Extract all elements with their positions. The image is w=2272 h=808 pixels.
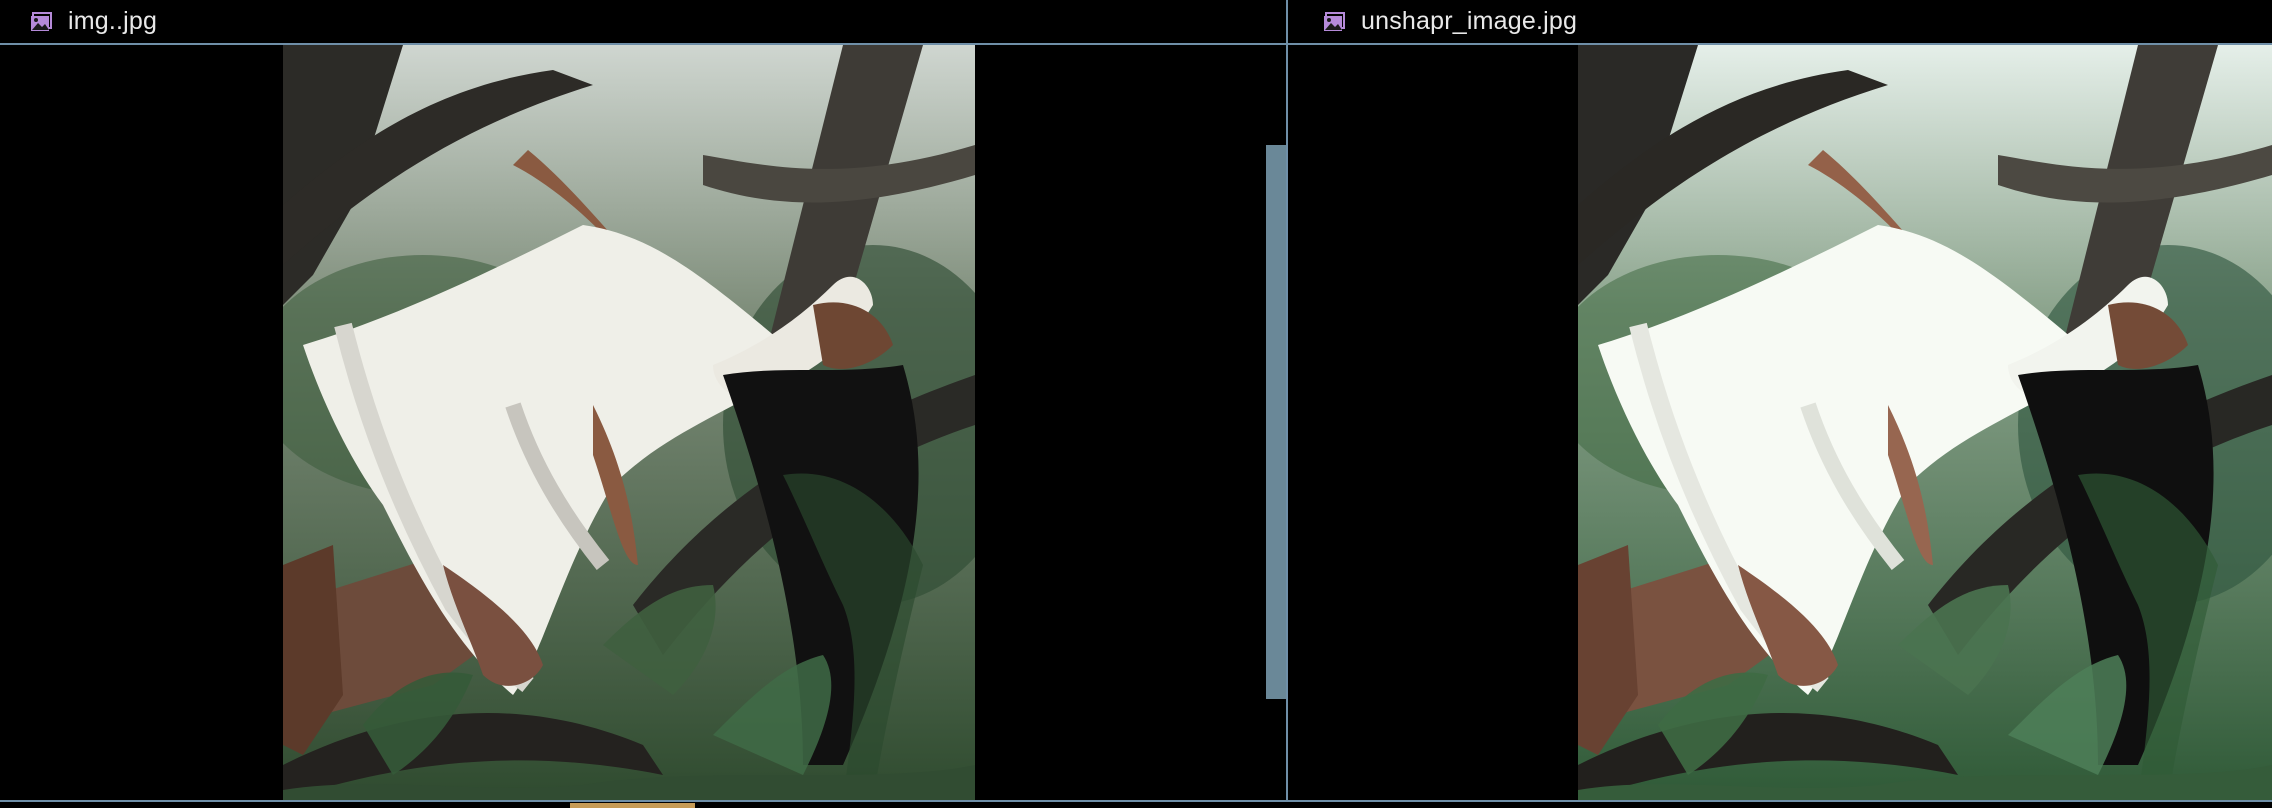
vertical-scrollbar[interactable] — [1266, 145, 1286, 699]
right-photo — [1548, 45, 2272, 800]
right-file-tab[interactable]: unshapr_image.jpg — [1288, 0, 2272, 45]
image-icon — [30, 11, 54, 32]
left-filename: img..jpg — [68, 7, 158, 35]
bottom-border — [0, 800, 2272, 808]
right-filename: unshapr_image.jpg — [1361, 7, 1578, 35]
left-photo — [253, 45, 1023, 800]
image-icon — [1323, 11, 1347, 32]
left-file-tab[interactable]: img..jpg — [0, 0, 1286, 45]
left-image-pane: img..jpg — [0, 0, 1286, 808]
bottom-accent-bar — [570, 803, 695, 808]
right-image-pane: unshapr_image.jpg — [1288, 0, 2272, 808]
